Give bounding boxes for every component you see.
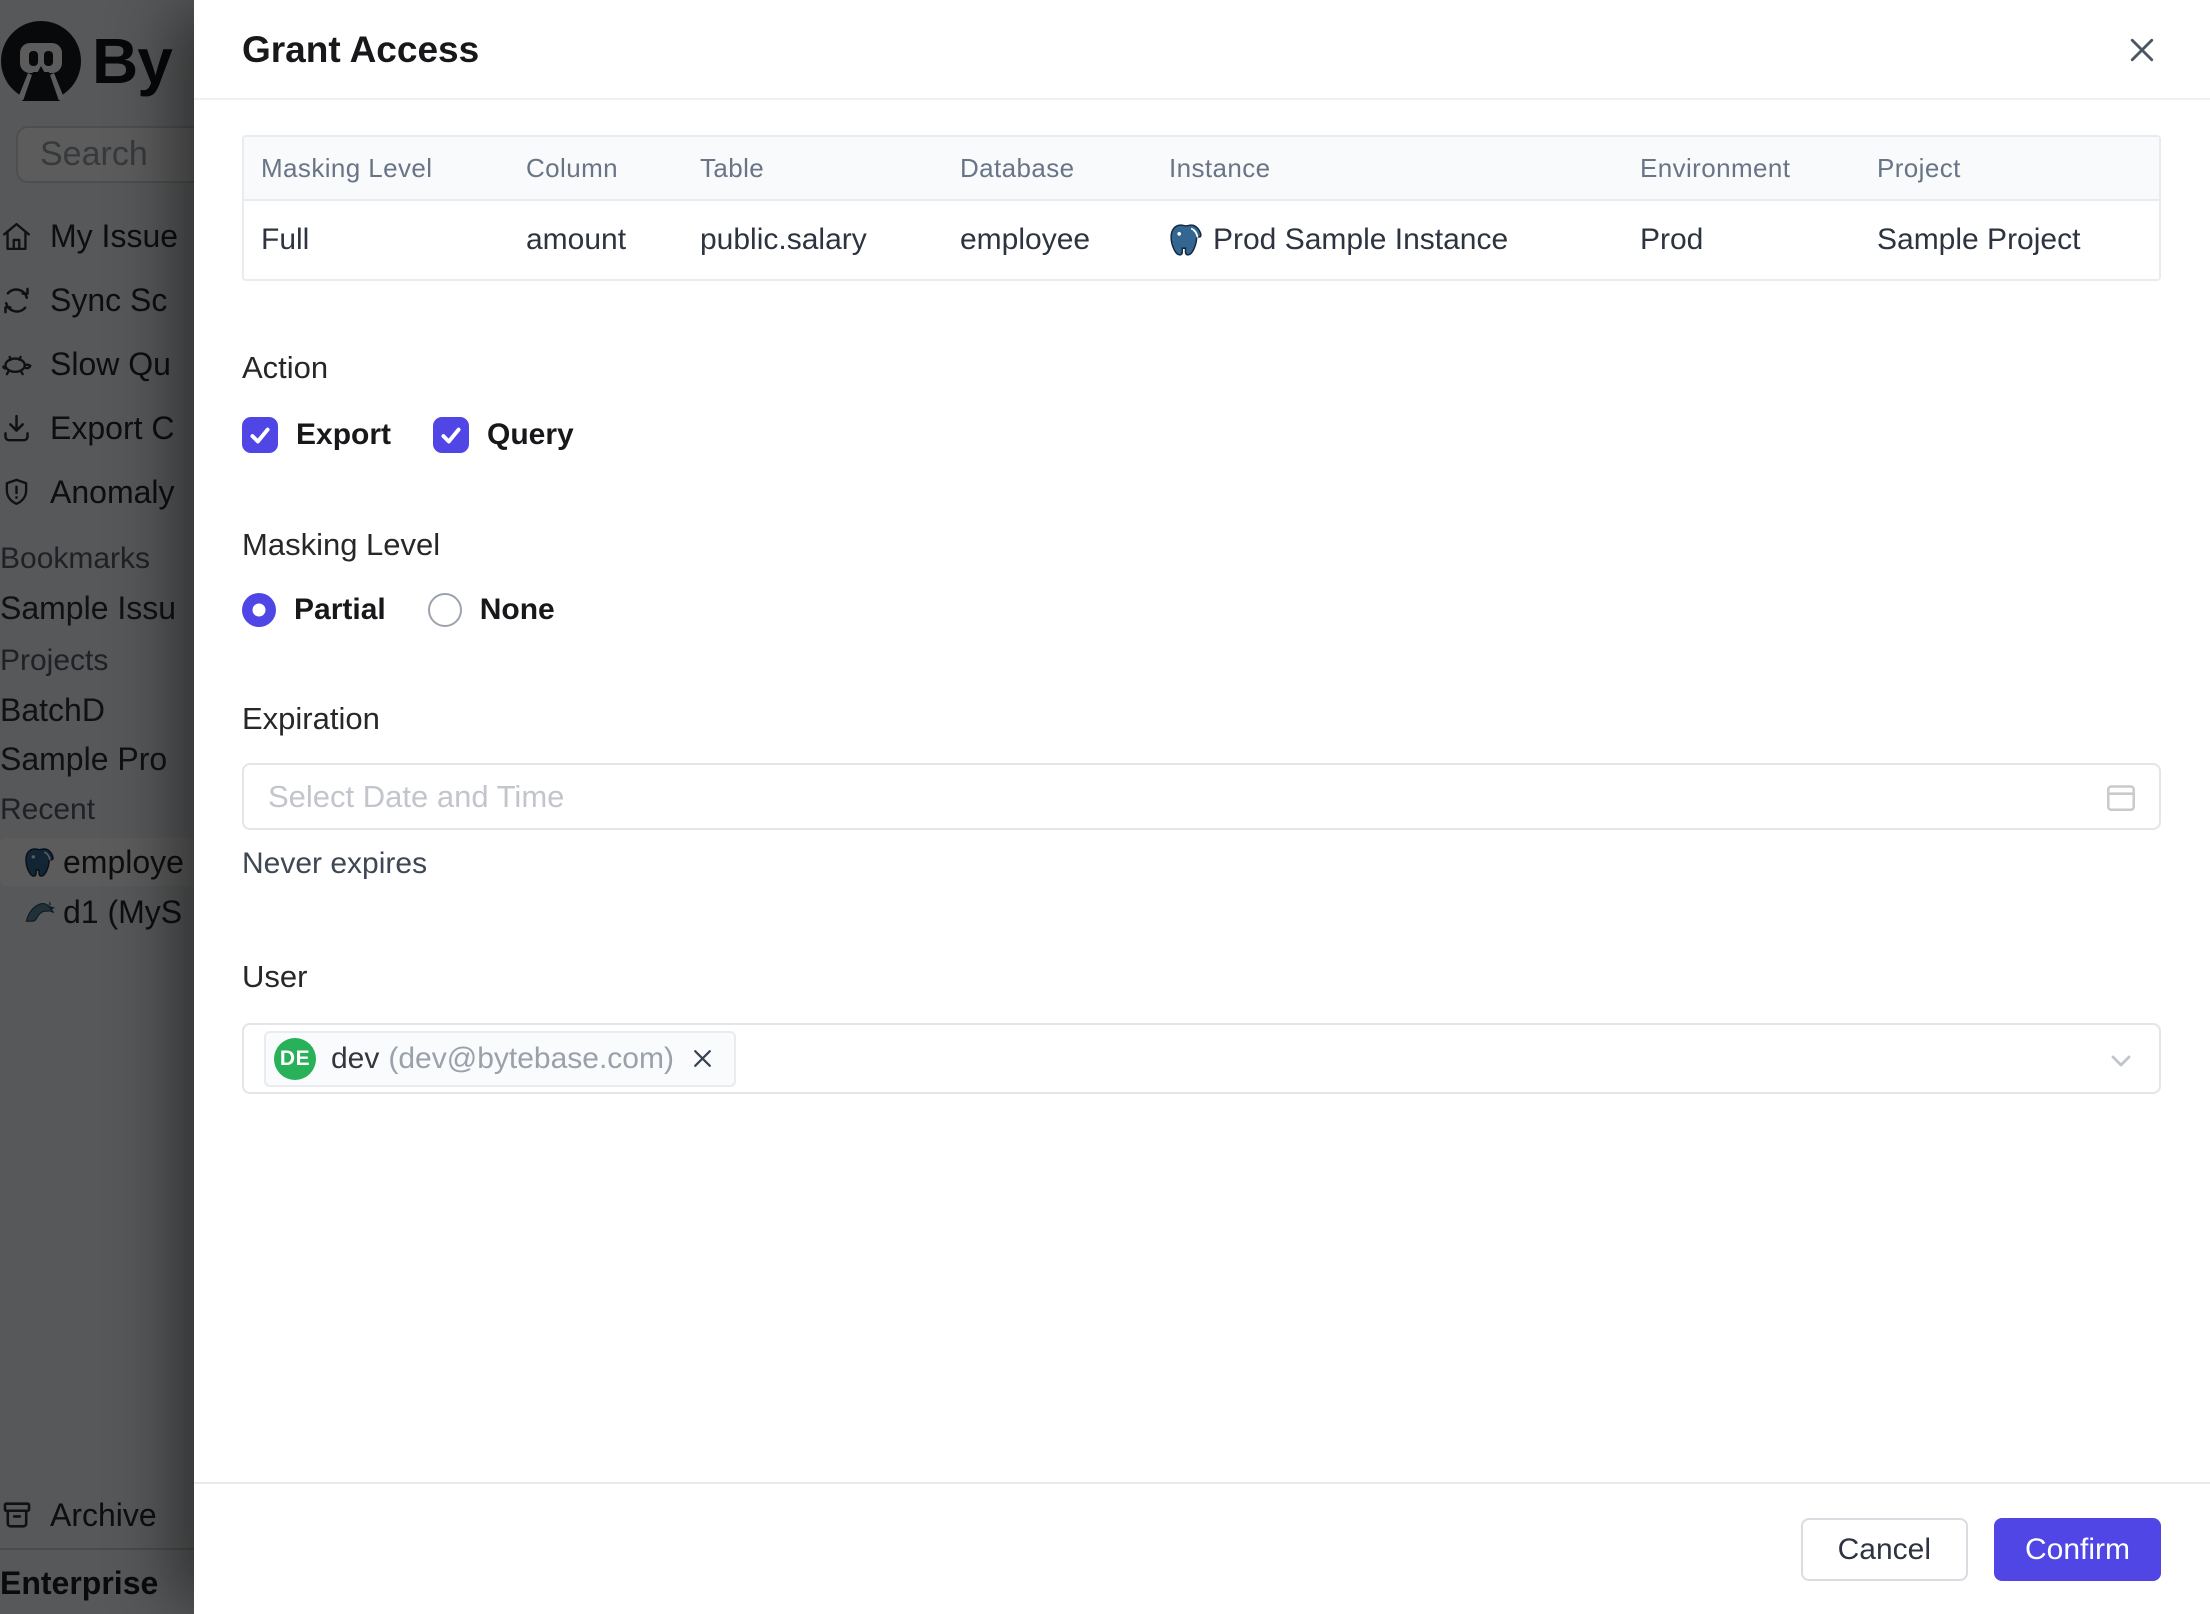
sidebar-item-employee-db[interactable]: employe [0, 838, 194, 886]
cell-environment: Prod [1623, 201, 1860, 279]
cell-project: Sample Project [1860, 201, 2159, 279]
col-header-environment: Environment [1623, 137, 1860, 201]
masking-level-heading: Masking Level [242, 527, 441, 562]
query-checkbox[interactable] [433, 417, 470, 453]
section-label-bookmarks: Bookmarks [0, 542, 151, 575]
avatar: DE [274, 1037, 316, 1080]
col-header-instance: Instance [1152, 137, 1623, 201]
turtle-icon [0, 348, 33, 381]
col-header-project: Project [1860, 137, 2159, 201]
grant-access-modal: Grant Access Masking Level Column Table … [194, 0, 2210, 1614]
partial-option[interactable]: Partial [242, 593, 386, 627]
expiration-field-wrap [242, 763, 2161, 830]
confirm-button[interactable]: Confirm [1993, 1518, 2161, 1581]
sidebar-item-sample-project[interactable]: Sample Pro [0, 735, 194, 783]
mysql-icon [24, 897, 55, 928]
archive-icon [0, 1498, 34, 1532]
partial-radio[interactable] [242, 593, 276, 627]
masking-access-table: Masking Level Column Table Database Inst… [242, 135, 2161, 281]
sidebar-item-my-issues[interactable]: My Issue [0, 204, 194, 268]
app-root: By Search My Issue Sync Sc Slow Qu Expor… [0, 0, 2210, 1614]
sidebar-item-batchd[interactable]: BatchD [0, 686, 194, 734]
query-label: Query [487, 418, 574, 451]
action-options: Export Query [242, 417, 2161, 453]
sidebar-item-export-center[interactable]: Export C [0, 396, 194, 460]
calendar-icon [2103, 779, 2139, 815]
shield-icon [0, 476, 33, 509]
expiration-heading: Expiration [242, 701, 380, 736]
sidebar-item-sample-issue[interactable]: Sample Issu [0, 584, 194, 632]
expiration-date-input[interactable] [242, 763, 2161, 830]
cell-instance: Prod Sample Instance [1152, 201, 1623, 279]
modal-body: Masking Level Column Table Database Inst… [194, 102, 2210, 1482]
enterprise-label: Enterprise [0, 1564, 159, 1601]
postgresql-icon [24, 847, 55, 878]
col-header-database: Database [943, 137, 1152, 201]
home-icon [0, 220, 33, 253]
action-heading: Action [242, 350, 329, 385]
cell-table: public.salary [683, 201, 943, 279]
sidebar-item-slow-queries[interactable]: Slow Qu [0, 332, 194, 396]
user-name: dev [331, 1041, 380, 1075]
modal-footer: Cancel Confirm [194, 1482, 2210, 1614]
logo-row: By [0, 18, 194, 104]
bytebase-logo-icon [0, 20, 82, 102]
sync-icon [0, 284, 33, 317]
postgresql-icon [1169, 223, 1203, 257]
close-icon[interactable] [2124, 32, 2160, 68]
cell-masking-level: Full [244, 201, 509, 279]
cell-column: amount [509, 201, 683, 279]
logo-text: By [92, 25, 173, 97]
sidebar-item-d1-db[interactable]: d1 (MyS [0, 888, 194, 936]
never-expires-note: Never expires [242, 847, 428, 880]
chevron-down-icon [2105, 1045, 2137, 1077]
none-label: None [479, 593, 555, 626]
col-header-column: Column [509, 137, 683, 201]
user-chip: DE dev (dev@bytebase.com) [264, 1030, 736, 1087]
col-header-masking-level: Masking Level [244, 137, 509, 201]
export-option[interactable]: Export [242, 417, 391, 453]
sidebar-item-archive[interactable]: Archive [0, 1484, 194, 1546]
none-radio[interactable] [427, 593, 462, 627]
check-icon [441, 427, 461, 444]
section-label-projects: Projects [0, 644, 109, 677]
section-label-recent: Recent [0, 793, 96, 826]
user-heading: User [242, 959, 308, 994]
partial-label: Partial [294, 593, 386, 626]
check-icon [250, 427, 270, 444]
cancel-button[interactable]: Cancel [1800, 1518, 1968, 1581]
col-header-table: Table [683, 137, 943, 201]
sidebar: By Search My Issue Sync Sc Slow Qu Expor… [0, 0, 194, 1614]
search-input[interactable]: Search [16, 126, 194, 183]
modal-title: Grant Access [242, 29, 480, 70]
modal-header: Grant Access [194, 0, 2210, 100]
remove-user-icon[interactable] [689, 1045, 716, 1072]
download-icon [0, 412, 33, 445]
sidebar-divider [0, 1548, 194, 1550]
sidebar-item-anomaly-center[interactable]: Anomaly [0, 460, 194, 524]
export-label: Export [296, 418, 392, 451]
search-placeholder: Search [40, 135, 148, 173]
masking-level-options: Partial None [242, 593, 2161, 627]
sidebar-item-sync-schema[interactable]: Sync Sc [0, 268, 194, 332]
query-option[interactable]: Query [433, 417, 574, 453]
user-select[interactable]: DE dev (dev@bytebase.com) [242, 1023, 2161, 1094]
cell-database: employee [943, 201, 1152, 279]
user-email: (dev@bytebase.com) [388, 1041, 674, 1075]
export-checkbox[interactable] [242, 417, 278, 453]
none-option[interactable]: None [427, 593, 555, 627]
